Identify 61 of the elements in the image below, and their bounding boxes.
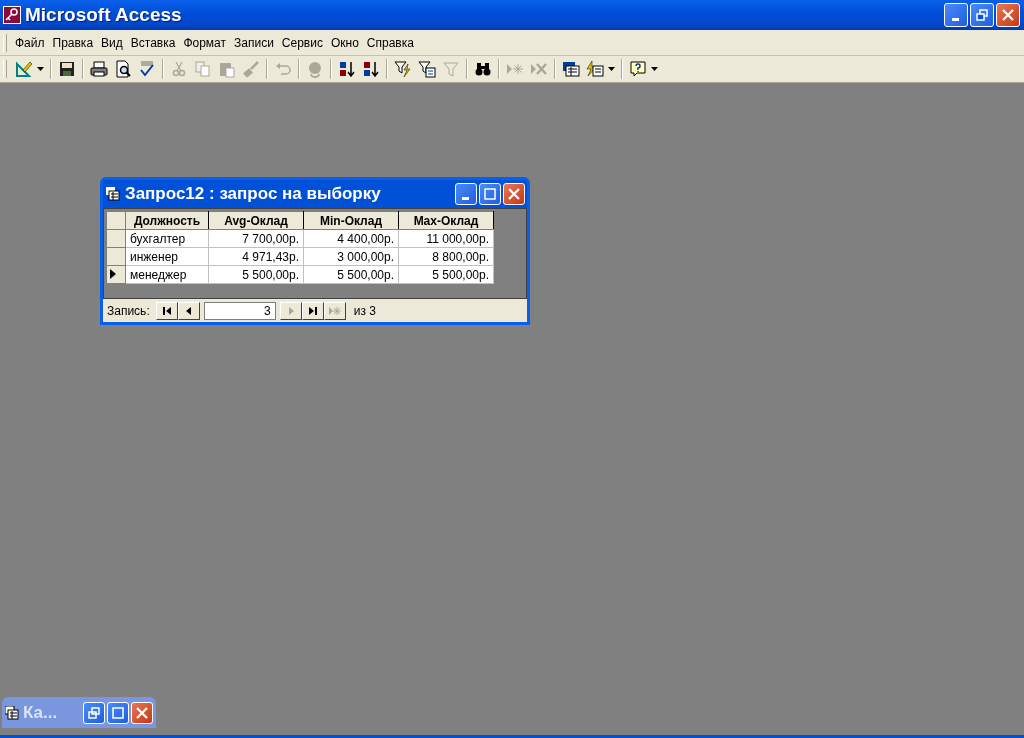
datasheet-icon: [5, 705, 19, 720]
help-icon[interactable]: [629, 60, 647, 78]
record-count: из 3: [353, 303, 376, 318]
caret-icon[interactable]: [651, 67, 658, 71]
lightning-form-icon[interactable]: [586, 60, 604, 78]
menu-item[interactable]: Формат: [179, 35, 231, 50]
window-title: Microsoft Access: [25, 4, 182, 26]
lightning-filter-icon[interactable]: [394, 60, 412, 78]
menu-item[interactable]: Вставка: [126, 35, 180, 50]
binoculars-icon[interactable]: [474, 60, 492, 78]
caret-icon[interactable]: [608, 67, 615, 71]
first-record-button[interactable]: [155, 301, 178, 320]
menu-item[interactable]: Файл: [11, 35, 49, 50]
menu-item[interactable]: Записи: [230, 35, 278, 50]
menu-item[interactable]: Окно: [326, 35, 363, 50]
restore-icon: [976, 9, 988, 21]
menu-item[interactable]: Правка: [48, 35, 98, 50]
caret-icon[interactable]: [37, 67, 44, 71]
sort-descending-icon[interactable]: [362, 60, 380, 78]
column-header[interactable]: Avg-Оклад: [208, 211, 304, 230]
close-icon: [508, 188, 520, 200]
ruler-pencil-icon[interactable]: [15, 60, 33, 78]
restore-icon: [88, 706, 100, 719]
minimize-button[interactable]: [944, 3, 968, 27]
menu-item[interactable]: Сервис: [277, 35, 327, 50]
maximize-button[interactable]: [479, 183, 501, 205]
first-arrow-icon: [160, 305, 173, 316]
menu-item[interactable]: Справка: [362, 35, 418, 50]
column-header[interactable]: Max-Оклад: [398, 211, 494, 230]
last-record-button[interactable]: [301, 301, 324, 320]
last-arrow-icon: [306, 305, 319, 316]
form-filter-icon[interactable]: [418, 60, 436, 78]
key-icon: [3, 6, 21, 24]
spelling-check-icon[interactable]: [138, 60, 156, 78]
close-button[interactable]: [503, 183, 525, 205]
minimized-window-title: Ка...: [23, 702, 58, 723]
minimize-icon: [951, 17, 959, 21]
printer-icon[interactable]: [90, 60, 108, 78]
record-label: Запись:: [107, 303, 150, 318]
save-icon[interactable]: [58, 60, 76, 78]
column-header[interactable]: Должность: [125, 211, 209, 230]
record-number-field[interactable]: 3: [203, 301, 276, 320]
select-all-corner[interactable]: [106, 211, 126, 230]
restore-button[interactable]: [970, 3, 994, 27]
maximize-icon: [484, 188, 496, 200]
column-header[interactable]: Min-Оклад: [303, 211, 399, 230]
maximize-icon: [112, 706, 124, 719]
close-icon: [1002, 9, 1014, 21]
close-icon: [136, 706, 148, 719]
query-window-title: Запрос12 : запрос на выборку: [125, 184, 381, 204]
previous-record-button[interactable]: [177, 301, 200, 320]
sort-ascending-icon[interactable]: [338, 60, 356, 78]
close-button[interactable]: [996, 3, 1020, 27]
new-record-icon: [328, 305, 341, 316]
minimize-icon: [461, 196, 469, 200]
datasheet-icon: [106, 187, 120, 201]
magnifier-page-icon[interactable]: [114, 60, 132, 78]
window-stack-icon[interactable]: [562, 60, 580, 78]
current-record-icon: [110, 268, 116, 279]
minimize-button[interactable]: [455, 183, 477, 205]
menu-item[interactable]: Вид: [97, 35, 127, 50]
